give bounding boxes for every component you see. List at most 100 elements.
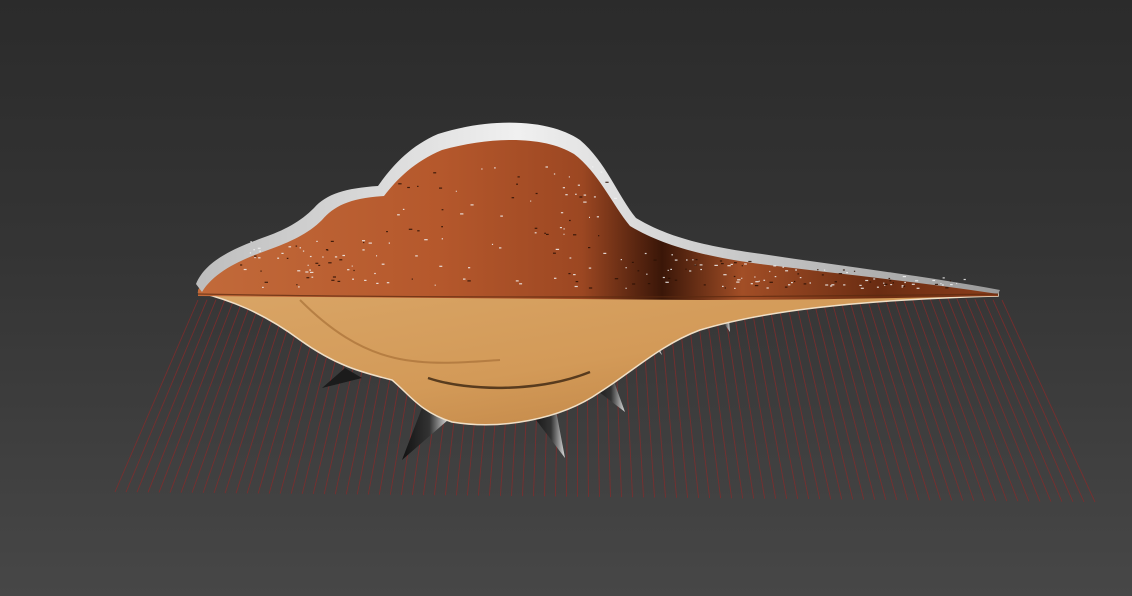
hair-strand [739, 293, 777, 499]
speckle [632, 283, 636, 285]
speckle [625, 287, 627, 289]
speckle [884, 283, 888, 285]
speckle [942, 284, 944, 286]
speckle [342, 254, 345, 257]
hair-strand [802, 294, 854, 500]
speckle [491, 243, 494, 245]
speckle [956, 282, 958, 285]
speckle [766, 287, 769, 289]
speckle [534, 232, 537, 234]
speckle [463, 278, 466, 280]
speckle [637, 270, 640, 272]
speckle [364, 279, 367, 281]
speckle [703, 284, 706, 286]
speckle [397, 214, 400, 216]
speckle [744, 263, 747, 265]
speckle [644, 252, 647, 255]
speckle [318, 264, 321, 266]
speckle [741, 277, 743, 279]
spike [322, 368, 362, 388]
viewport-scene[interactable] [0, 0, 1132, 596]
speckle [568, 176, 570, 178]
speckle [774, 276, 777, 278]
speckle [736, 281, 740, 283]
speckle [579, 196, 583, 198]
speckle [544, 232, 546, 234]
speckle [516, 183, 518, 185]
speckle [322, 256, 324, 258]
speckle [842, 269, 845, 271]
speckle [262, 286, 264, 288]
speckle [353, 269, 355, 272]
speckle [362, 240, 366, 242]
speckle [368, 242, 372, 244]
speckle [316, 240, 318, 242]
speckle [788, 284, 791, 286]
hair-strand [180, 298, 253, 493]
hair-strand [847, 295, 909, 501]
speckle [417, 230, 420, 232]
speckle [288, 246, 292, 248]
speckle [545, 166, 548, 168]
speckle [782, 266, 785, 268]
speckle [614, 278, 619, 280]
speckle [876, 286, 879, 288]
speckle [902, 276, 906, 278]
speckle [791, 282, 793, 284]
speckle [613, 197, 618, 199]
hair-strand [902, 296, 975, 501]
speckle [374, 272, 376, 275]
speckle [517, 176, 520, 178]
speckle [685, 268, 687, 270]
speckle [763, 279, 766, 281]
speckle [838, 273, 843, 275]
speckle [315, 262, 319, 264]
speckle [295, 245, 298, 247]
speckle [625, 267, 627, 269]
speckle [665, 281, 669, 283]
speckle [575, 281, 579, 283]
speckle [647, 283, 651, 285]
hair-strand [793, 294, 843, 500]
speckle [305, 271, 309, 273]
speckle [692, 259, 694, 261]
speckle [901, 286, 903, 288]
speckle [750, 283, 753, 285]
speckle [785, 270, 789, 272]
speckle [546, 233, 549, 235]
hair-strand [748, 293, 788, 499]
speckle [714, 264, 718, 266]
speckle [299, 247, 301, 249]
speckle [686, 259, 688, 261]
speckle [860, 287, 864, 289]
speckle [589, 216, 590, 218]
hair-strand [956, 298, 1041, 502]
speckle [258, 257, 261, 259]
speckle [901, 285, 904, 287]
speckle [494, 167, 496, 169]
speckle [519, 283, 523, 285]
speckle [825, 284, 829, 286]
speckle [569, 219, 571, 222]
speckle [573, 234, 577, 236]
speckle [439, 265, 443, 267]
speckle [700, 268, 702, 271]
speckle [309, 255, 312, 258]
speckle [646, 273, 648, 275]
speckle [310, 271, 314, 273]
3d-viewport[interactable] [0, 0, 1132, 596]
speckle [386, 282, 390, 284]
speckle [441, 226, 443, 228]
speckle [803, 283, 807, 285]
speckle [853, 270, 856, 272]
hair-strand [929, 297, 1008, 502]
speckle [574, 285, 578, 288]
speckle [535, 192, 538, 195]
speckle [699, 264, 703, 266]
speckle [741, 265, 743, 267]
speckle [298, 286, 300, 288]
speckle [381, 263, 385, 265]
speckle [330, 240, 334, 242]
speckle [351, 265, 353, 267]
speckle [411, 278, 413, 280]
